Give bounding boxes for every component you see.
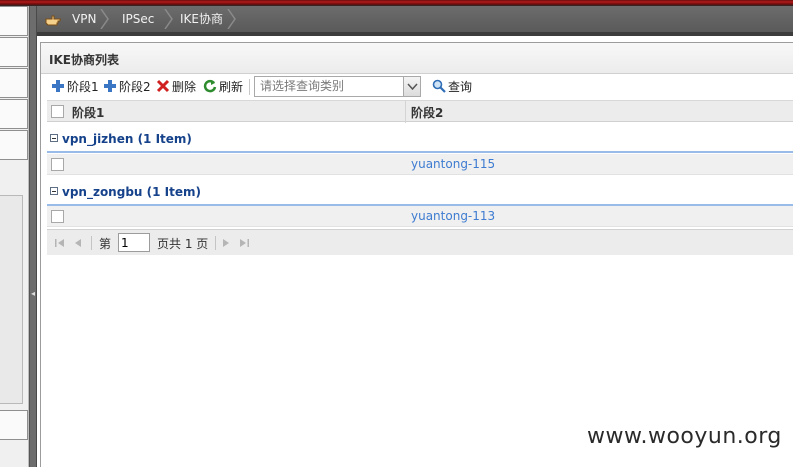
- delete-x-icon: [156, 79, 170, 93]
- sidebar-item-3[interactable]: [0, 68, 28, 98]
- phase2-link[interactable]: yuantong-115: [411, 157, 495, 171]
- sidebar-item-6[interactable]: [0, 410, 28, 440]
- ike-list-panel: IKE协商列表 阶段1 阶段2 删除 刷新 请选择查询类别 查询 阶段1 阶段2…: [40, 42, 793, 467]
- sidebar-item-4[interactable]: [0, 99, 28, 129]
- select-all-checkbox[interactable]: [51, 105, 64, 118]
- prev-page-icon[interactable]: [71, 236, 85, 250]
- hand-pointer-icon: [45, 15, 61, 26]
- sidebar-item-2[interactable]: [0, 37, 28, 67]
- row-checkbox[interactable]: [51, 158, 64, 171]
- watermark-text: www.wooyun.org: [587, 424, 782, 449]
- add-phase2-label: 阶段2: [119, 80, 151, 94]
- sidebar-item-1[interactable]: [0, 6, 28, 36]
- pager-separator: [91, 236, 92, 250]
- grid-header: 阶段1 阶段2: [47, 100, 793, 123]
- group-label: vpn_jizhen (1 Item): [50, 132, 192, 146]
- add-phase1-button[interactable]: 阶段1: [51, 78, 99, 96]
- sidebar: [0, 6, 29, 467]
- collapse-toggle-icon[interactable]: [50, 134, 58, 142]
- first-page-icon[interactable]: [53, 236, 67, 250]
- breadcrumb-ike[interactable]: IKE协商: [180, 6, 223, 32]
- query-type-select[interactable]: 请选择查询类别: [254, 76, 421, 97]
- column-separator: [405, 101, 406, 123]
- group-label: vpn_zongbu (1 Item): [50, 185, 201, 199]
- dropdown-arrow-icon[interactable]: [403, 77, 420, 96]
- table-row[interactable]: yuantong-115: [47, 154, 793, 175]
- breadcrumb-separator-icon: [227, 9, 237, 29]
- breadcrumb-vpn[interactable]: VPN: [72, 6, 96, 32]
- pager: 第 页共 1 页: [47, 229, 793, 255]
- delete-button[interactable]: 删除: [156, 78, 196, 96]
- toolbar: 阶段1 阶段2 删除 刷新 请选择查询类别 查询: [47, 75, 793, 99]
- panel-header: IKE协商列表: [41, 43, 793, 74]
- collapse-toggle-icon[interactable]: [50, 187, 58, 195]
- toolbar-separator: [249, 79, 250, 95]
- row-checkbox[interactable]: [51, 210, 64, 223]
- query-button[interactable]: 查询: [432, 78, 472, 96]
- query-type-placeholder: 请选择查询类别: [260, 79, 345, 93]
- page-suffix: 页共 1 页: [157, 237, 209, 251]
- query-label: 查询: [448, 80, 473, 94]
- refresh-icon: [203, 79, 217, 93]
- breadcrumb: VPN IPSec IKE协商: [37, 6, 793, 36]
- column-header-phase2[interactable]: 阶段2: [411, 104, 443, 121]
- plus-icon: [52, 80, 64, 92]
- pager-separator: [215, 236, 216, 250]
- add-phase1-label: 阶段1: [67, 80, 99, 94]
- group-label-text: vpn_jizhen (1 Item): [62, 132, 192, 146]
- app-window: ◂ VPN IPSec IKE协商 IKE协商列表 阶段1 阶段2 删除 刷新 …: [0, 0, 793, 467]
- group-divider: [47, 151, 793, 153]
- magnifier-icon: [432, 79, 446, 93]
- refresh-label: 刷新: [219, 80, 244, 94]
- breadcrumb-separator-icon: [100, 9, 110, 29]
- phase2-link[interactable]: yuantong-113: [411, 209, 495, 223]
- group-row-vpn-zongbu[interactable]: vpn_zongbu (1 Item): [47, 176, 793, 206]
- add-phase2-button[interactable]: 阶段2: [103, 78, 151, 96]
- breadcrumb-ipsec[interactable]: IPSec: [122, 6, 154, 32]
- refresh-button[interactable]: 刷新: [203, 78, 243, 96]
- breadcrumb-separator-icon: [164, 9, 174, 29]
- last-page-icon[interactable]: [237, 236, 251, 250]
- page-prefix: 第: [99, 237, 112, 251]
- group-row-vpn-jizhen[interactable]: vpn_jizhen (1 Item): [47, 123, 793, 153]
- next-page-icon[interactable]: [219, 236, 233, 250]
- sidebar-tree-panel: [0, 195, 23, 404]
- splitter[interactable]: ◂: [29, 6, 37, 467]
- delete-label: 删除: [172, 80, 197, 94]
- table-row[interactable]: yuantong-113: [47, 206, 793, 227]
- collapse-arrow-icon[interactable]: ◂: [31, 286, 35, 302]
- sidebar-item-5[interactable]: [0, 130, 28, 160]
- plus-icon: [104, 80, 116, 92]
- panel-title: IKE协商列表: [49, 53, 119, 67]
- column-header-phase1[interactable]: 阶段1: [72, 104, 104, 121]
- page-number-input[interactable]: [118, 233, 150, 252]
- group-label-text: vpn_zongbu (1 Item): [62, 185, 201, 199]
